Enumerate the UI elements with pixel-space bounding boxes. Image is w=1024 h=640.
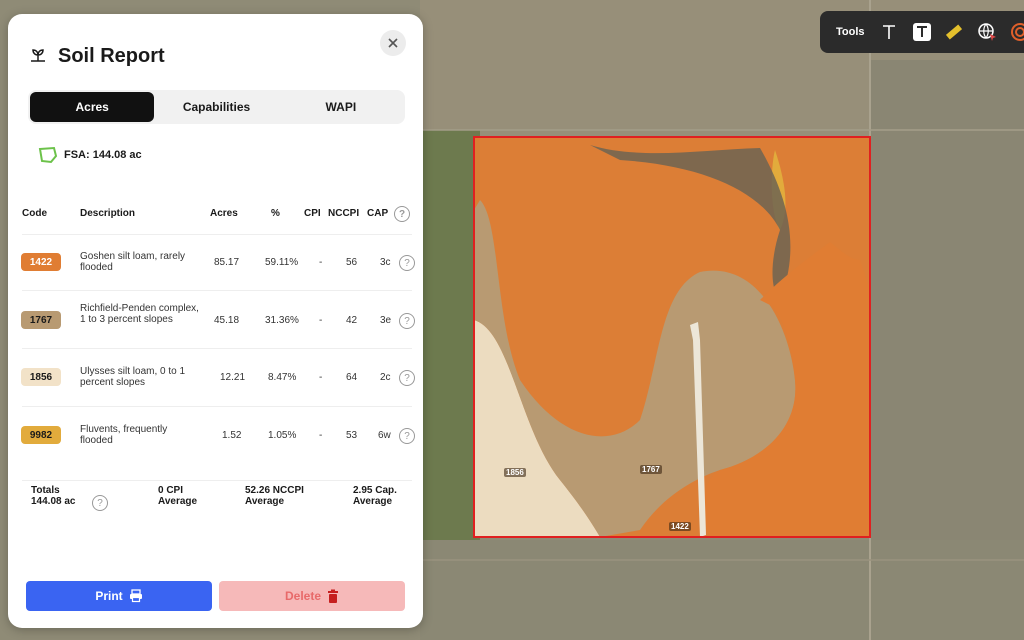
- plant-icon: [28, 44, 48, 69]
- tab-capabilities[interactable]: Capabilities: [154, 92, 278, 122]
- delete-button[interactable]: Delete: [219, 581, 405, 611]
- soil-nccpi: 64: [346, 372, 358, 383]
- globe-pointer-icon[interactable]: [977, 21, 998, 43]
- text-box-icon[interactable]: [911, 21, 932, 43]
- help-icon[interactable]: ?: [399, 370, 415, 386]
- help-icon[interactable]: ?: [399, 313, 415, 329]
- col-nccpi: NCCPI: [328, 208, 360, 219]
- help-icon[interactable]: ?: [92, 495, 108, 511]
- delete-label: Delete: [284, 589, 322, 603]
- soil-cpi: -: [319, 257, 323, 268]
- text-outline-icon[interactable]: [879, 21, 900, 43]
- totals-cpi: 0 CPI: [158, 485, 184, 496]
- map-label-1856: 1856: [504, 468, 526, 477]
- field-polygon-icon: [38, 146, 58, 164]
- target-ring-icon[interactable]: [1009, 21, 1024, 43]
- soil-acres: 1.52: [222, 430, 242, 441]
- totals-acres: 144.08 ac: [31, 496, 76, 507]
- totals-nccpi: 52.26 NCCPI: [245, 485, 304, 496]
- soil-nccpi: 42: [346, 315, 358, 326]
- totals-nccpi-sub: Average: [245, 496, 285, 507]
- soil-acres: 12.21: [220, 372, 246, 383]
- map-label-1767: 1767: [640, 465, 662, 474]
- soil-nccpi: 53: [346, 430, 358, 441]
- soil-code-badge: 1856: [21, 368, 61, 386]
- totals-cpi-sub: Average: [158, 496, 198, 507]
- soil-cap: 6w: [378, 430, 391, 441]
- help-icon[interactable]: ?: [399, 428, 415, 444]
- soil-description: Richfield-Penden complex, 1 to 3 percent…: [80, 303, 199, 325]
- panel-header: Soil Report: [28, 44, 165, 69]
- tab-wapi[interactable]: WAPI: [279, 92, 403, 122]
- col-description: Description: [80, 208, 136, 219]
- soil-acres: 45.18: [214, 315, 240, 326]
- col-cap: CAP: [367, 208, 389, 219]
- soil-acres: 85.17: [214, 257, 240, 268]
- soil-code-badge: 9982: [21, 426, 61, 444]
- soil-percent: 59.11%: [265, 257, 299, 268]
- soil-percent: 31.36%: [265, 315, 299, 326]
- tools-label: Tools: [836, 26, 865, 38]
- soil-cap: 2c: [380, 372, 391, 383]
- help-icon[interactable]: ?: [399, 255, 415, 271]
- totals-row: Totals 144.08 ac ? 0 CPI Average 52.26 N…: [22, 480, 412, 540]
- soil-description: Fluvents, frequently flooded: [80, 424, 168, 446]
- tab-bar: Acres Capabilities WAPI: [28, 90, 405, 124]
- print-label: Print: [95, 589, 123, 603]
- totals-cap: 2.95 Cap.: [353, 485, 397, 496]
- soil-cpi: -: [319, 372, 323, 383]
- soil-cpi: -: [319, 315, 323, 326]
- tab-acres[interactable]: Acres: [30, 92, 155, 122]
- table-row: 1767 Richfield-Penden complex, 1 to 3 pe…: [21, 290, 415, 346]
- panel-title: Soil Report: [58, 45, 165, 67]
- fsa-label: FSA: 144.08 ac: [64, 149, 142, 161]
- soil-cap: 3e: [380, 315, 392, 326]
- table-row: 1422 Goshen silt loam, rarely flooded 85…: [21, 234, 415, 290]
- totals-label: Totals: [31, 485, 60, 496]
- table-row: 9982 Fluvents, frequently flooded 1.52 1…: [21, 406, 415, 462]
- col-code: Code: [22, 208, 47, 219]
- trash-icon: [328, 589, 339, 603]
- soil-description: Ulysses silt loam, 0 to 1 percent slopes: [80, 366, 186, 388]
- map-label-1422: 1422: [669, 522, 691, 531]
- tools-bar: Tools: [820, 11, 1024, 53]
- col-percent: %: [271, 208, 280, 219]
- soil-cpi: -: [319, 430, 323, 441]
- totals-cap-sub: Average: [353, 496, 393, 507]
- help-icon[interactable]: ?: [394, 206, 410, 222]
- printer-icon: [129, 589, 142, 603]
- col-acres: Acres: [210, 208, 238, 219]
- ruler-icon[interactable]: [944, 21, 965, 43]
- soil-percent: 1.05%: [268, 430, 297, 441]
- soil-code-badge: 1422: [21, 253, 61, 271]
- soil-code-badge: 1767: [21, 311, 61, 329]
- soil-description: Goshen silt loam, rarely flooded: [80, 251, 186, 273]
- table-row: 1856 Ulysses silt loam, 0 to 1 percent s…: [21, 348, 415, 404]
- soil-nccpi: 56: [346, 257, 358, 268]
- close-icon: [388, 38, 398, 48]
- soil-cap: 3c: [380, 257, 391, 268]
- print-button[interactable]: Print: [26, 581, 212, 611]
- soil-percent: 8.47%: [268, 372, 297, 383]
- soil-report-panel: Soil Report Acres Capabilities WAPI FSA:…: [8, 14, 423, 628]
- fsa-summary: FSA: 144.08 ac: [38, 146, 142, 164]
- col-cpi: CPI: [304, 208, 321, 219]
- close-button[interactable]: [380, 30, 406, 56]
